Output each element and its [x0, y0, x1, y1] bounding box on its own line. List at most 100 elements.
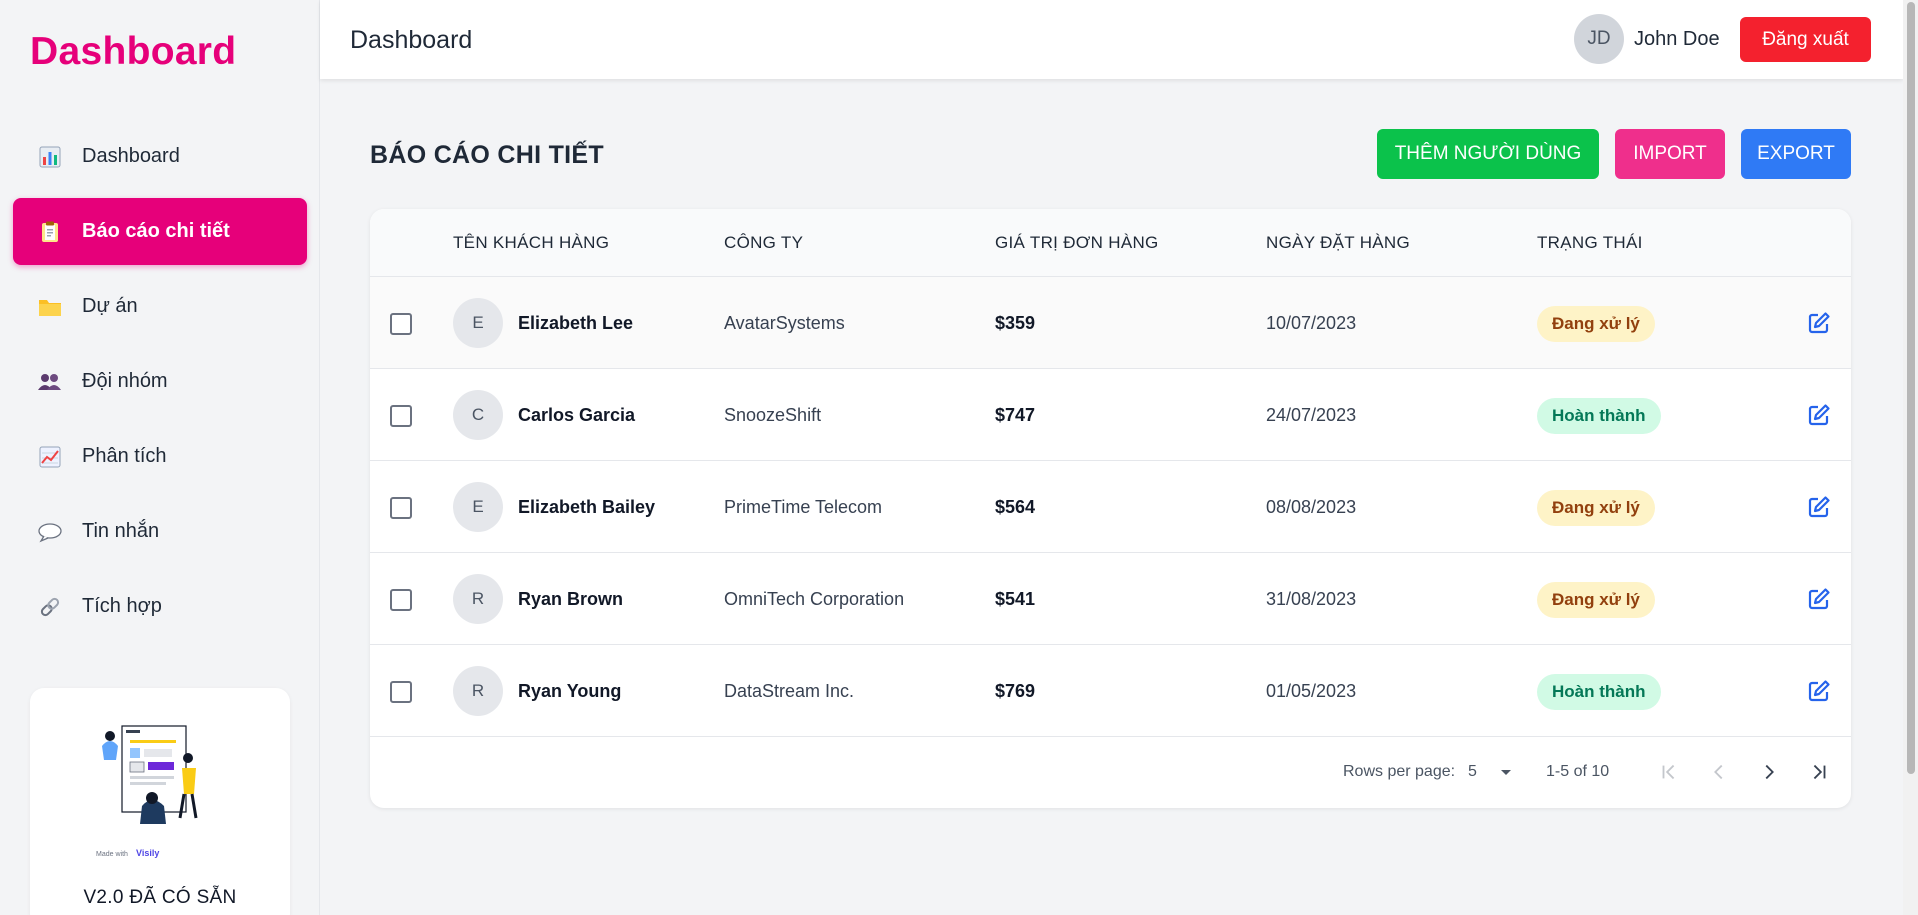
first-page-button[interactable]	[1654, 757, 1684, 787]
sidebar: Dashboard Dashboard Báo cáo chi tiết Dự …	[0, 0, 320, 915]
order-date: 01/05/2023	[1266, 681, 1357, 701]
last-page-icon	[1813, 764, 1826, 780]
speech-bubble-icon	[37, 519, 63, 545]
sidebar-item-label: Dự án	[82, 295, 138, 317]
order-value: $769	[995, 681, 1036, 701]
import-button[interactable]: IMPORT	[1615, 129, 1725, 179]
chevron-right-icon	[1765, 764, 1774, 780]
chevron-left-icon	[1714, 764, 1723, 780]
logout-button[interactable]: Đăng xuất	[1740, 17, 1871, 62]
column-header-company[interactable]: CÔNG TY	[724, 233, 803, 253]
status-badge: Đang xử lý	[1537, 582, 1655, 618]
sidebar-item-label: Dashboard	[82, 145, 180, 167]
status-badge: Hoàn thành	[1537, 398, 1661, 434]
edit-icon[interactable]	[1807, 403, 1831, 427]
company-name: PrimeTime Telecom	[724, 497, 883, 517]
avatar: C	[453, 390, 503, 440]
rows-per-page-label: Rows per page:	[1343, 763, 1456, 780]
sidebar-item-messages[interactable]: Tin nhắn	[13, 498, 307, 565]
row-checkbox[interactable]	[390, 589, 412, 611]
sidebar-item-analytics[interactable]: Phân tích	[13, 423, 307, 490]
chart-trend-icon	[37, 444, 63, 470]
sidebar-item-integrations[interactable]: Tích hợp	[13, 573, 307, 640]
table-row[interactable]: E Elizabeth Bailey PrimeTime Telecom $56…	[370, 461, 1851, 553]
edit-icon[interactable]	[1807, 587, 1831, 611]
pagination: Rows per page: 5 1-5 of 10	[370, 737, 1851, 808]
sidebar-item-detailed-report[interactable]: Báo cáo chi tiết	[13, 198, 307, 265]
customer-name: Elizabeth Lee	[518, 313, 634, 333]
company-name: SnoozeShift	[724, 405, 822, 425]
first-page-icon	[1662, 764, 1675, 780]
link-icon	[37, 594, 63, 620]
promo-illustration: Made with Visily	[96, 725, 198, 858]
clipboard-icon	[37, 219, 63, 245]
order-value: $747	[995, 405, 1036, 425]
sidebar-item-projects[interactable]: Dự án	[13, 273, 307, 340]
brand-logo: Dashboard	[30, 30, 237, 73]
row-checkbox[interactable]	[390, 313, 412, 335]
caret-down-icon[interactable]	[1496, 762, 1516, 782]
people-icon	[37, 369, 63, 395]
top-header: Dashboard JD John Doe Đăng xuất	[320, 0, 1903, 79]
column-header-order-date[interactable]: NGÀY ĐẶT HÀNG	[1266, 233, 1410, 253]
next-page-button[interactable]	[1754, 757, 1784, 787]
promo-title: V2.0 ĐÃ CÓ SẴN	[83, 887, 237, 908]
table-row[interactable]: C Carlos Garcia SnoozeShift $747 24/07/2…	[370, 369, 1851, 461]
export-button[interactable]: EXPORT	[1741, 129, 1851, 179]
column-header-status[interactable]: TRẠNG THÁI	[1537, 233, 1643, 253]
scrollbar-thumb[interactable]	[1907, 2, 1915, 774]
sidebar-item-dashboard[interactable]: Dashboard	[13, 123, 307, 190]
sidebar-item-label: Đội nhóm	[82, 370, 168, 392]
sidebar-nav: Dashboard Báo cáo chi tiết Dự án Đội nhó…	[13, 123, 307, 648]
report-table-card: TÊN KHÁCH HÀNG CÔNG TY GIÁ TRỊ ĐƠN HÀNG …	[370, 209, 1851, 808]
customer-name: Ryan Brown	[518, 589, 624, 609]
column-header-customer[interactable]: TÊN KHÁCH HÀNG	[453, 233, 609, 253]
page-scrollbar[interactable]	[1903, 0, 1918, 915]
previous-page-button[interactable]	[1704, 757, 1734, 787]
customer-name: Carlos Garcia	[518, 405, 636, 425]
folder-icon	[37, 294, 63, 320]
order-date: 24/07/2023	[1266, 405, 1357, 425]
sidebar-item-label: Tin nhắn	[82, 520, 160, 542]
table-row[interactable]: E Elizabeth Lee AvatarSystems $359 10/07…	[370, 277, 1851, 369]
user-name[interactable]: John Doe	[1634, 28, 1720, 51]
status-badge: Hoàn thành	[1537, 674, 1661, 710]
status-badge: Đang xử lý	[1537, 490, 1655, 526]
table-header: TÊN KHÁCH HÀNG CÔNG TY GIÁ TRỊ ĐƠN HÀNG …	[370, 209, 1851, 277]
customer-name: Ryan Young	[518, 681, 622, 701]
made-with-text: Made with	[96, 851, 128, 858]
sidebar-item-label: Phân tích	[82, 445, 167, 467]
company-name: DataStream Inc.	[724, 681, 855, 701]
order-date: 10/07/2023	[1266, 313, 1357, 333]
order-value: $541	[995, 589, 1036, 609]
rows-per-page-select[interactable]: 5	[1468, 763, 1477, 781]
customer-name: Elizabeth Bailey	[518, 497, 656, 517]
avatar: E	[453, 482, 503, 532]
row-checkbox[interactable]	[390, 681, 412, 703]
order-value: $359	[995, 313, 1036, 333]
bar-chart-icon	[37, 144, 63, 170]
sidebar-item-team[interactable]: Đội nhóm	[13, 348, 307, 415]
company-name: AvatarSystems	[724, 313, 845, 333]
user-avatar[interactable]: JD	[1574, 14, 1624, 64]
sidebar-item-label: Báo cáo chi tiết	[82, 220, 230, 242]
row-checkbox[interactable]	[390, 497, 412, 519]
table-row[interactable]: R Ryan Brown OmniTech Corporation $541 3…	[370, 553, 1851, 645]
order-date: 08/08/2023	[1266, 497, 1357, 517]
promo-card: Made with Visily V2.0 ĐÃ CÓ SẴN	[30, 688, 290, 915]
header-title: Dashboard	[350, 26, 473, 54]
table-row[interactable]: R Ryan Young DataStream Inc. $769 01/05/…	[370, 645, 1851, 737]
edit-icon[interactable]	[1807, 679, 1831, 703]
avatar: R	[453, 574, 503, 624]
last-page-button[interactable]	[1804, 757, 1834, 787]
page-title: BÁO CÁO CHI TIẾT	[370, 141, 604, 169]
edit-icon[interactable]	[1807, 311, 1831, 335]
column-header-order-value[interactable]: GIÁ TRỊ ĐƠN HÀNG	[995, 233, 1159, 253]
edit-icon[interactable]	[1807, 495, 1831, 519]
status-badge: Đang xử lý	[1537, 306, 1655, 342]
row-checkbox[interactable]	[390, 405, 412, 427]
avatar: E	[453, 298, 503, 348]
order-date: 31/08/2023	[1266, 589, 1357, 609]
add-user-button[interactable]: THÊM NGƯỜI DÙNG	[1377, 129, 1599, 179]
visily-logo: Visily	[136, 848, 159, 858]
